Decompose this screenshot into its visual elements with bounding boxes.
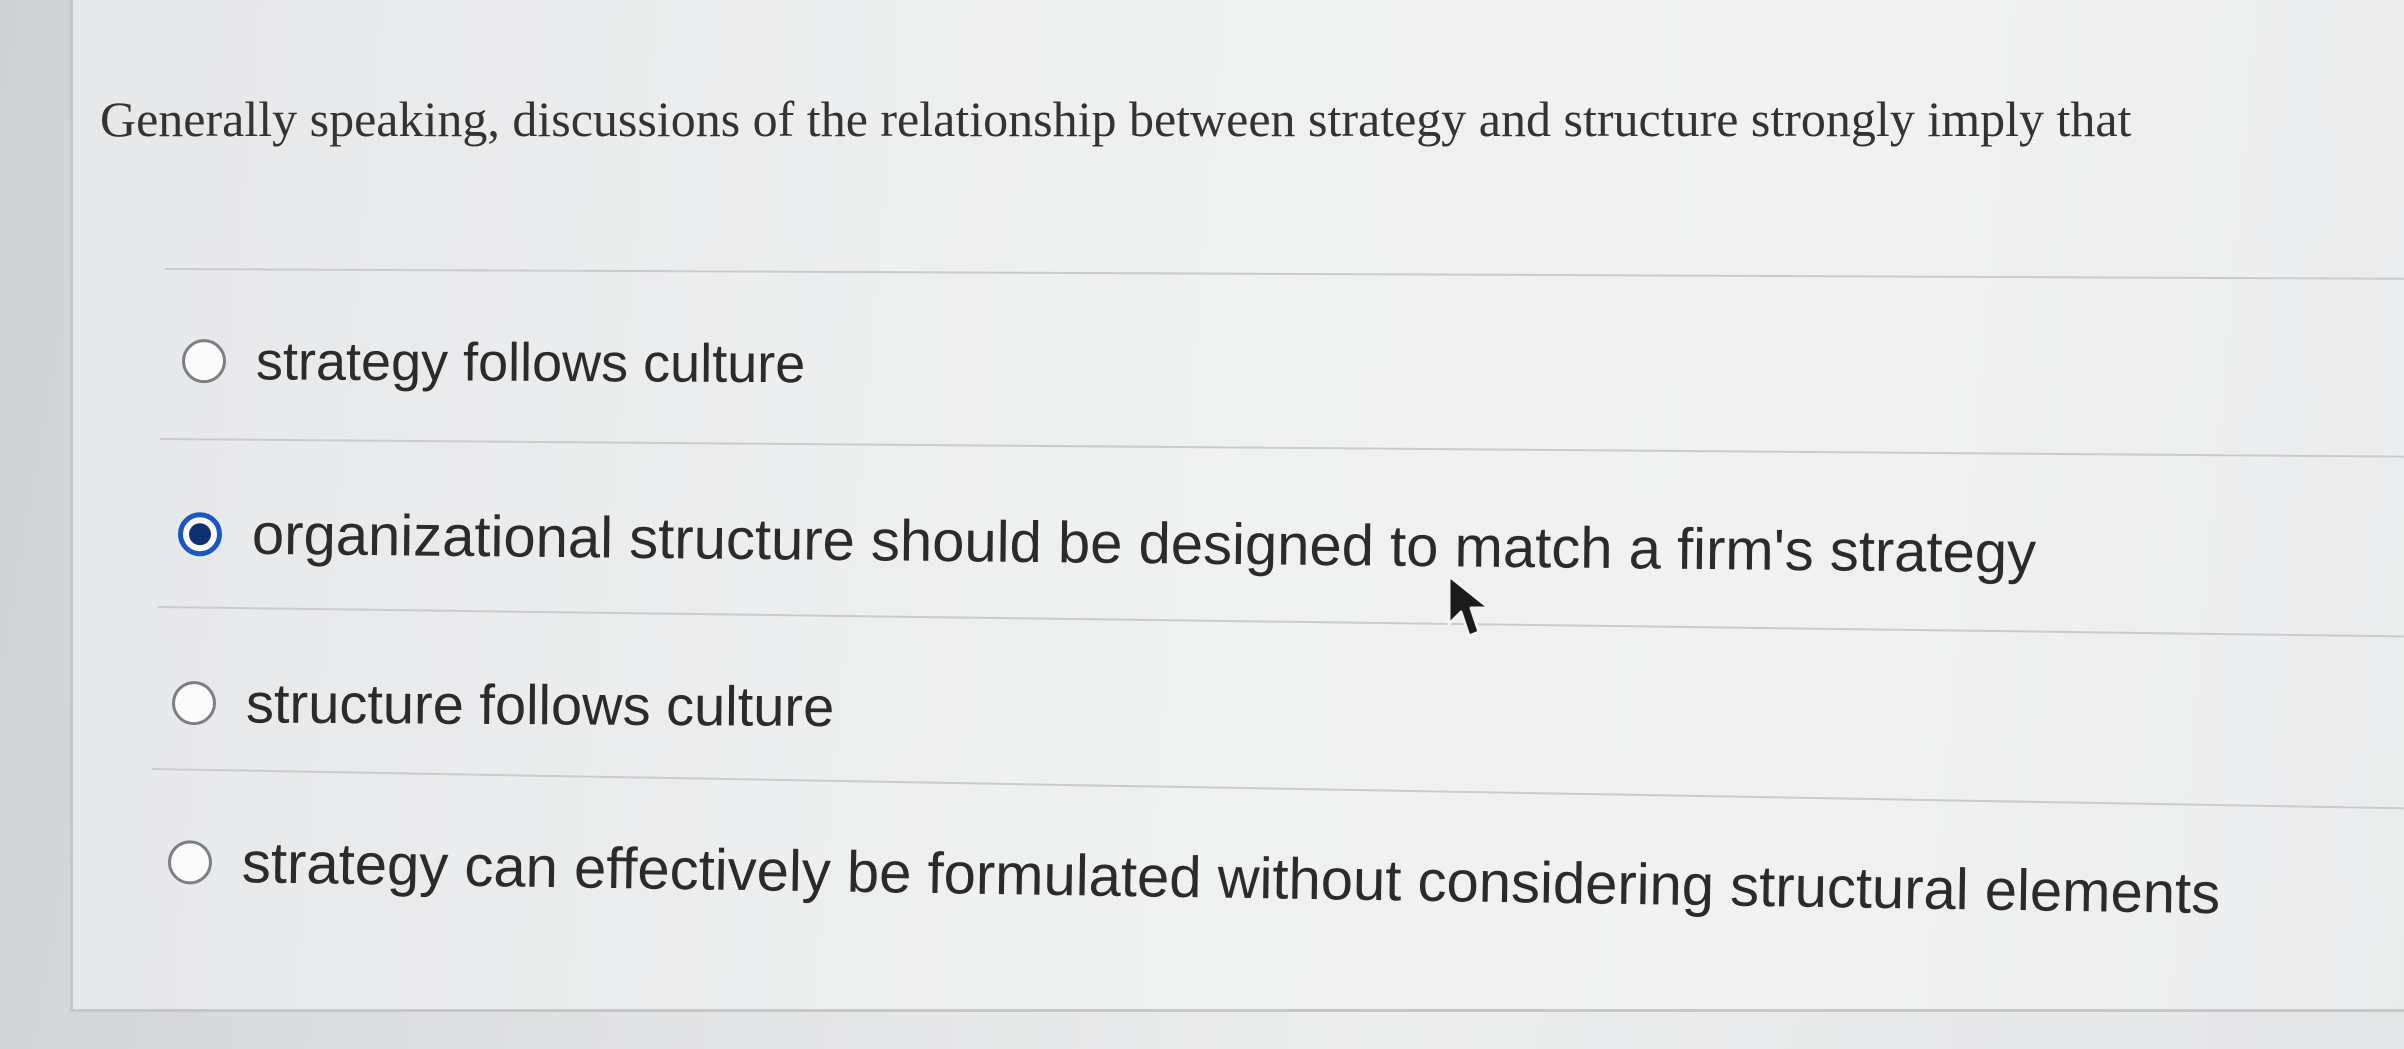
answer-option-1[interactable]: strategy follows culture	[181, 330, 806, 395]
answer-label: strategy follows culture	[255, 331, 806, 395]
question-prompt: Generally speaking, discussions of the r…	[100, 91, 2132, 147]
radio-button-unselected[interactable]	[171, 680, 217, 725]
radio-selected-dot	[188, 522, 212, 545]
radio-button-unselected[interactable]	[167, 839, 213, 885]
radio-button-unselected[interactable]	[181, 339, 227, 384]
answer-label: structure follows culture	[245, 671, 835, 739]
answer-option-3[interactable]: structure follows culture	[171, 670, 835, 739]
mouse-pointer-icon	[1447, 574, 1491, 638]
radio-button-selected[interactable]	[177, 511, 223, 556]
